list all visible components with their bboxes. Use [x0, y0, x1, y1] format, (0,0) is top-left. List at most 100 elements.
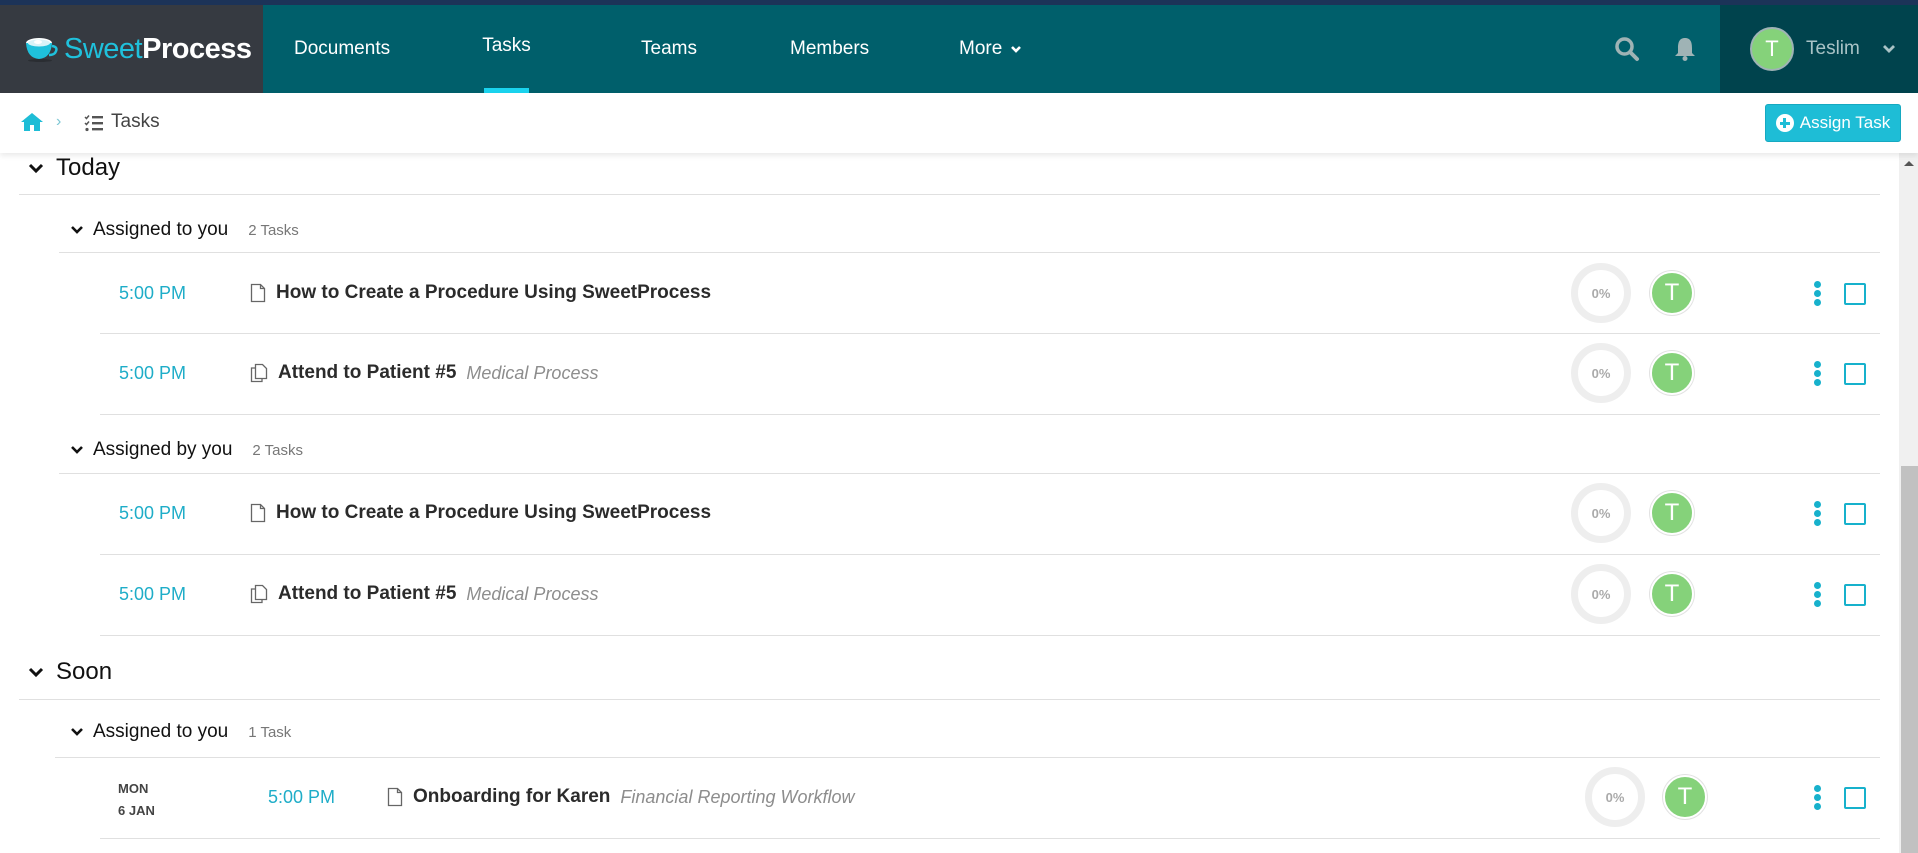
group-soon-toggle[interactable]: Soon [28, 658, 112, 686]
task-time: 5:00 PM [119, 283, 187, 303]
group-title: Today [56, 154, 121, 181]
task-process-name: Medical Process [466, 583, 599, 604]
divider [59, 252, 1880, 253]
divider [19, 194, 1880, 195]
document-icon [387, 787, 403, 807]
task-time: 5:00 PM [119, 363, 187, 383]
nav-more-label: More [959, 38, 1003, 59]
assignee-avatar[interactable]: T [1650, 491, 1694, 535]
bell-icon [1675, 38, 1695, 61]
task-title[interactable]: Onboarding for Karen [413, 786, 610, 808]
task-count: 2 Tasks [252, 441, 304, 459]
complete-checkbox[interactable] [1844, 584, 1866, 606]
breadcrumb-current: Tasks [111, 111, 160, 132]
breadcrumb: › Tasks Assign Task [0, 93, 1918, 153]
task-title[interactable]: How to Create a Procedure Using SweetPro… [276, 502, 711, 524]
progress-ring: 0% [1571, 343, 1631, 403]
process-icon [250, 584, 268, 604]
chevron-down-icon [28, 667, 44, 678]
progress-ring: 0% [1585, 767, 1645, 827]
task-title[interactable]: Attend to Patient #5 [278, 362, 456, 384]
coffee-cup-logo-icon [26, 38, 58, 62]
nav-more[interactable]: More [959, 5, 1022, 93]
assignee-avatar[interactable]: T [1650, 271, 1694, 315]
logo[interactable]: SweetProcess [0, 5, 263, 93]
home-icon[interactable] [20, 112, 44, 132]
process-icon [250, 363, 268, 383]
more-options-icon[interactable] [1814, 582, 1822, 608]
divider [100, 414, 1880, 415]
divider [100, 838, 1880, 839]
subgroup-title: Assigned to you [93, 721, 229, 742]
task-list: Today Assigned to you 2 Tasks 5:00 PM Ho… [0, 153, 1899, 853]
task-count: 1 Task [248, 723, 292, 741]
task-row[interactable]: 5:00 PM Attend to Patient #5 Medical Pro… [100, 555, 1880, 635]
group-today-toggle[interactable]: Today [28, 154, 120, 182]
subgroup-assigned-to-you-toggle[interactable]: Assigned to you 1 Task [70, 721, 291, 743]
complete-checkbox[interactable] [1844, 503, 1866, 525]
scrollbar-thumb[interactable] [1901, 466, 1918, 853]
task-row[interactable]: 5:00 PM How to Create a Procedure Using … [100, 254, 1880, 334]
document-icon [250, 503, 266, 523]
group-title: Soon [56, 658, 113, 685]
notifications-button[interactable] [1673, 5, 1697, 93]
subgroup-title: Assigned to you [93, 219, 229, 240]
chevron-down-icon [71, 226, 83, 234]
progress-ring: 0% [1571, 483, 1631, 543]
task-date-value: 6 JAN [118, 803, 155, 818]
chevron-down-icon [71, 728, 83, 736]
nav-tasks-label: Tasks [482, 35, 531, 56]
complete-checkbox[interactable] [1844, 787, 1866, 809]
top-navbar: SweetProcess Documents Tasks Teams Membe… [0, 5, 1918, 93]
task-row[interactable]: 5:00 PM Attend to Patient #5 Medical Pro… [100, 334, 1880, 414]
chevron-down-icon [1882, 45, 1895, 53]
assign-task-label: Assign Task [1799, 113, 1891, 132]
nav-tasks[interactable]: Tasks [482, 5, 531, 93]
chevron-down-icon [71, 446, 83, 454]
subgroup-assigned-to-you-toggle[interactable]: Assigned to you 2 Tasks [70, 219, 299, 241]
nav-members-label: Members [790, 38, 870, 59]
task-time: 5:00 PM [268, 787, 336, 807]
nav-members[interactable]: Members [790, 5, 869, 93]
nav-teams[interactable]: Teams [641, 5, 697, 93]
task-title[interactable]: Attend to Patient #5 [278, 583, 456, 605]
complete-checkbox[interactable] [1844, 363, 1866, 385]
more-options-icon[interactable] [1814, 281, 1822, 307]
user-menu[interactable]: T Teslim [1720, 5, 1918, 93]
task-count: 2 Tasks [248, 221, 299, 239]
task-process-name: Medical Process [466, 362, 599, 383]
task-row[interactable]: 5:00 PM How to Create a Procedure Using … [100, 474, 1880, 554]
nav-teams-label: Teams [641, 38, 697, 59]
task-day: MON [118, 781, 149, 796]
more-options-icon[interactable] [1814, 501, 1822, 527]
more-options-icon[interactable] [1814, 361, 1822, 387]
vertical-scrollbar[interactable] [1899, 153, 1918, 853]
breadcrumb-separator: › [56, 113, 62, 130]
task-process-name: Financial Reporting Workflow [620, 786, 855, 807]
assignee-avatar[interactable]: T [1663, 775, 1707, 819]
more-options-icon[interactable] [1814, 785, 1822, 811]
task-row[interactable]: MON 6 JAN 5:00 PM Onboarding for Karen F… [100, 758, 1880, 838]
user-avatar: T [1750, 27, 1794, 71]
complete-checkbox[interactable] [1844, 283, 1866, 305]
progress-ring: 0% [1571, 564, 1631, 624]
logo-text-process: Process [142, 32, 252, 65]
progress-ring: 0% [1571, 263, 1631, 323]
chevron-down-icon [1011, 46, 1022, 53]
divider [19, 699, 1880, 700]
assignee-avatar[interactable]: T [1650, 572, 1694, 616]
chevron-down-icon [28, 163, 44, 174]
tasks-list-icon [84, 115, 103, 132]
subgroup-assigned-by-you-toggle[interactable]: Assigned by you 2 Tasks [70, 439, 303, 461]
nav-documents[interactable]: Documents [294, 5, 390, 93]
plus-circle-icon [1775, 114, 1794, 132]
search-button[interactable] [1614, 5, 1640, 93]
scroll-up-arrow-icon[interactable] [1904, 161, 1914, 166]
task-time: 5:00 PM [119, 503, 187, 523]
task-title[interactable]: How to Create a Procedure Using SweetPro… [276, 282, 711, 304]
task-time: 5:00 PM [119, 584, 187, 604]
task-date: MON 6 JAN [118, 778, 155, 822]
logo-text-sweet: Sweet [64, 32, 143, 65]
assign-task-button[interactable]: Assign Task [1765, 104, 1901, 142]
assignee-avatar[interactable]: T [1650, 351, 1694, 395]
